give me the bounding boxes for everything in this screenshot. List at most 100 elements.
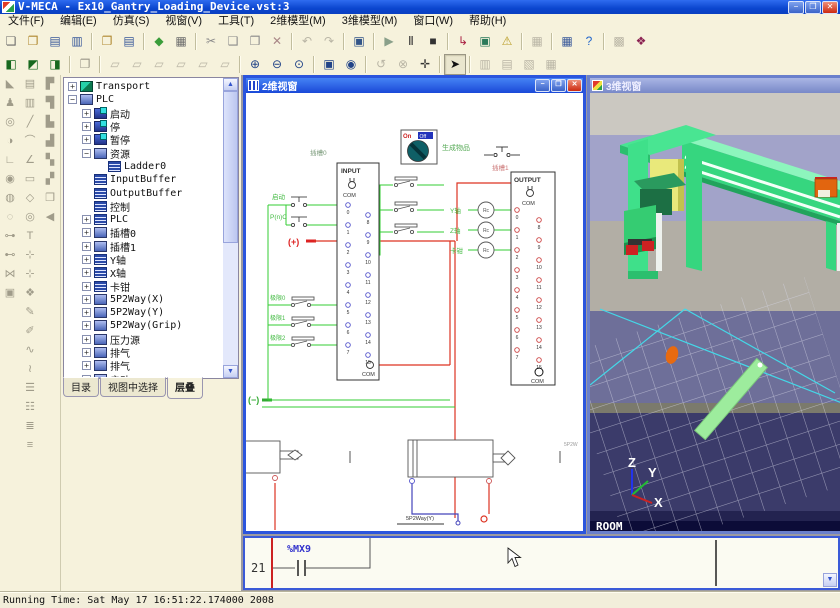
layout-single-button[interactable]: ◧ [0, 54, 22, 75]
terminal[interactable] [515, 248, 520, 253]
tree-expand-toggle[interactable]: + [82, 348, 91, 357]
angle-tool-icon[interactable]: ∟ [1, 151, 19, 170]
tree-item-压力源[interactable]: +压力源 [64, 333, 223, 346]
zoom-in-button[interactable]: ⊕ [244, 54, 266, 75]
tree-expand-toggle[interactable]: + [82, 228, 91, 237]
connector-right-icon[interactable]: ⊷ [1, 246, 19, 265]
terminal[interactable] [366, 253, 371, 258]
tree-item-排气[interactable]: +排气 [64, 346, 223, 359]
tile-grid-button[interactable]: ▦ [540, 54, 562, 75]
tree-expand-toggle[interactable]: + [82, 242, 91, 251]
rail-tool-icon[interactable]: ≡ [21, 436, 39, 455]
tree-item-控制[interactable]: 控制 [64, 200, 223, 213]
menu-工具(T)[interactable]: 工具(T) [210, 14, 262, 29]
tree-item-暂停[interactable]: +暂停 [64, 133, 223, 146]
terminal[interactable] [366, 313, 371, 318]
select-cursor-button[interactable]: ➤ [444, 54, 466, 75]
undo-button[interactable]: ↶ [296, 31, 318, 52]
menu-视窗(V)[interactable]: 视窗(V) [157, 14, 210, 29]
3d-canvas[interactable]: Z Y X ROOM [590, 93, 840, 531]
redo-button[interactable]: ↷ [318, 31, 340, 52]
view-top-button[interactable]: ▱ [148, 54, 170, 75]
machine-d-tool-icon[interactable]: ▟ [41, 132, 59, 151]
tree-item-资源[interactable]: −资源 [64, 146, 223, 159]
open-project-button[interactable]: ❐ [96, 31, 118, 52]
polyline-tool-icon[interactable]: ∠ [21, 151, 39, 170]
stack-tool-icon[interactable]: ▤ [21, 75, 39, 94]
tree-item-停[interactable]: +停 [64, 120, 223, 133]
terminal[interactable] [366, 293, 371, 298]
output-block[interactable]: OUTPUT COM 01234567 89101112131415 COM [511, 172, 555, 385]
delete-button[interactable]: ✕ [266, 31, 288, 52]
model-warning-button[interactable]: ⚠ [496, 31, 518, 52]
tree-expand-toggle[interactable]: + [82, 122, 91, 131]
push-button-symbol[interactable] [484, 147, 520, 157]
zoom-window-button[interactable]: ▣ [318, 54, 340, 75]
terminal[interactable] [346, 283, 351, 288]
menu-帮助(H)[interactable]: 帮助(H) [461, 14, 514, 29]
pan-view-button[interactable]: ✛ [414, 54, 436, 75]
layout-grid-button[interactable]: ◨ [44, 54, 66, 75]
tree-expand-toggle[interactable]: + [68, 82, 77, 91]
tree-item-5P2Way(Y)[interactable]: +5P2Way(Y) [64, 306, 223, 319]
tree-item-启动[interactable]: +启动 [64, 107, 223, 120]
stack-alt-tool-icon[interactable]: ▥ [21, 94, 39, 113]
tab-视图中选择[interactable]: 视图中选择 [100, 377, 166, 397]
ladder-canvas[interactable]: 21 %MX9 [245, 538, 838, 588]
terminal[interactable] [366, 273, 371, 278]
reed-switches[interactable] [394, 177, 417, 234]
scroll-thumb[interactable] [223, 91, 238, 243]
node-tool-icon[interactable]: ◉ [1, 170, 19, 189]
tab-目录[interactable]: 目录 [63, 377, 99, 397]
junction-tool-icon[interactable]: ⋈ [1, 265, 19, 284]
terminal[interactable] [346, 263, 351, 268]
terminal[interactable] [515, 308, 520, 313]
wire-table-button[interactable]: ▦ [556, 31, 578, 52]
tree-item-插槽1[interactable]: +插槽1 [64, 240, 223, 253]
terminal[interactable] [515, 348, 520, 353]
component-c-tool-icon[interactable]: ❖ [21, 284, 39, 303]
pause-button[interactable]: Ⅱ [400, 31, 422, 52]
limit-switches[interactable] [291, 297, 314, 347]
zoom-out-button[interactable]: ⊖ [266, 54, 288, 75]
help-book-button[interactable]: ❖ [630, 31, 652, 52]
tree-expand-toggle[interactable]: + [82, 268, 91, 277]
pnc-contact[interactable] [291, 217, 307, 227]
terminal[interactable] [366, 233, 371, 238]
save-project-button[interactable]: ▤ [118, 31, 140, 52]
save-all-button[interactable]: ▥ [66, 31, 88, 52]
brush-tool-icon[interactable]: ✐ [21, 322, 39, 341]
menu-窗口(W)[interactable]: 窗口(W) [405, 14, 461, 29]
ladder-row-tool-icon[interactable]: ☰ [21, 379, 39, 398]
tile-cascade-button[interactable]: ▧ [518, 54, 540, 75]
menu-编辑(E)[interactable]: 编辑(E) [52, 14, 105, 29]
tree-item-5P2Way(X)[interactable]: +5P2Way(X) [64, 293, 223, 306]
ladder-grid-tool-icon[interactable]: ☷ [21, 398, 39, 417]
tree-item-OutputBuffer[interactable]: OutputBuffer [64, 186, 223, 199]
print-button[interactable]: ▦ [170, 31, 192, 52]
tree-item-排气[interactable]: +排气 [64, 359, 223, 372]
terminal[interactable] [366, 213, 371, 218]
rotate-view-button[interactable]: ↺ [370, 54, 392, 75]
hint-button[interactable]: ? [578, 31, 600, 52]
machine-f-tool-icon[interactable]: ▞ [41, 170, 59, 189]
cylinder-left[interactable] [246, 441, 302, 481]
window-2d-titlebar[interactable]: 2维视窗 − ❐ ✕ [246, 78, 583, 93]
component-b-tool-icon[interactable]: ⊹ [21, 265, 39, 284]
text-tool-icon[interactable]: T [21, 227, 39, 246]
open-file-button[interactable]: ❐ [22, 31, 44, 52]
menu-3维模型(M)[interactable]: 3维模型(M) [334, 14, 406, 29]
view-right-button[interactable]: ▱ [214, 54, 236, 75]
tree-expand-toggle[interactable]: − [82, 149, 91, 158]
connector-left-icon[interactable]: ⊶ [1, 227, 19, 246]
new-file-button[interactable]: ❏ [0, 31, 22, 52]
layout-split-button[interactable]: ◩ [22, 54, 44, 75]
terminal[interactable] [515, 208, 520, 213]
view-back-button[interactable]: ▱ [126, 54, 148, 75]
scroll-down-button[interactable]: ▼ [223, 365, 238, 378]
machine-c-tool-icon[interactable]: ▙ [41, 113, 59, 132]
input-block[interactable]: INPUT COM 01234567 89101112131415 COM [337, 163, 379, 380]
restore-button[interactable]: ❐ [805, 1, 821, 14]
tree-item-Y轴[interactable]: +Y轴 [64, 253, 223, 266]
link-ports-button[interactable]: ↳ [452, 31, 474, 52]
